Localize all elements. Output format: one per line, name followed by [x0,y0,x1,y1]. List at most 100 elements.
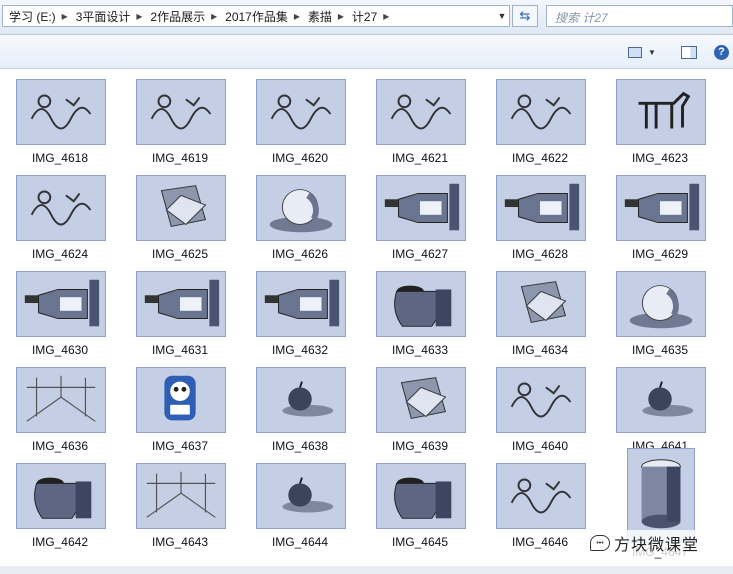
file-item[interactable]: IMG_4629 [608,175,712,271]
file-item[interactable]: IMG_4635 [608,271,712,367]
file-name[interactable]: IMG_4646 [488,535,592,549]
image-thumbnail[interactable] [627,448,695,543]
file-item[interactable]: IMG_4627 [368,175,472,271]
refresh-button[interactable]: ⇆ [512,5,538,27]
file-item[interactable]: IMG_4637 [128,367,232,463]
image-thumbnail[interactable] [136,463,226,529]
image-thumbnail[interactable] [16,463,106,529]
file-name[interactable]: IMG_4642 [8,535,112,549]
file-name[interactable]: IMG_4638 [248,439,352,453]
file-name[interactable]: IMG_4621 [368,151,472,165]
file-name[interactable]: IMG_4629 [608,247,712,261]
horizontal-scrollbar[interactable] [0,566,733,574]
image-thumbnail[interactable] [136,271,226,337]
file-item[interactable]: IMG_4636 [8,367,112,463]
image-thumbnail[interactable] [616,175,706,241]
help-button[interactable]: ? [714,44,729,60]
file-item[interactable]: IMG_4626 [248,175,352,271]
file-name[interactable]: IMG_4630 [8,343,112,357]
file-item[interactable]: IMG_4638 [248,367,352,463]
image-thumbnail[interactable] [256,79,346,145]
image-thumbnail[interactable] [16,367,106,433]
file-name[interactable]: IMG_4618 [8,151,112,165]
image-thumbnail[interactable] [616,367,706,433]
file-item[interactable]: IMG_4642 [8,463,112,559]
file-name[interactable]: IMG_4620 [248,151,352,165]
file-name[interactable]: IMG_4622 [488,151,592,165]
file-name[interactable]: IMG_4636 [8,439,112,453]
file-item[interactable]: IMG_4640 [488,367,592,463]
image-thumbnail[interactable] [496,79,586,145]
file-item[interactable]: IMG_4619 [128,79,232,175]
file-item[interactable]: IMG_4644 [248,463,352,559]
image-thumbnail[interactable] [496,367,586,433]
file-name[interactable]: IMG_4637 [128,439,232,453]
file-item[interactable]: IMG_4620 [248,79,352,175]
file-item[interactable]: IMG_4634 [488,271,592,367]
breadcrumb-item[interactable]: 3平面设计 [70,8,135,25]
chevron-right-icon[interactable]: ▸ [292,9,302,23]
file-name[interactable]: IMG_4633 [368,343,472,357]
file-item[interactable]: IMG_4632 [248,271,352,367]
file-name[interactable]: IMG_4640 [488,439,592,453]
image-thumbnail[interactable] [376,175,466,241]
image-thumbnail[interactable] [136,367,226,433]
preview-pane-button[interactable] [681,44,697,60]
file-name[interactable]: IMG_4643 [128,535,232,549]
file-item[interactable]: IMG_4646 [488,463,592,559]
image-thumbnail[interactable] [496,175,586,241]
image-thumbnail[interactable] [256,463,346,529]
file-name[interactable]: IMG_4626 [248,247,352,261]
file-name[interactable]: IMG_4634 [488,343,592,357]
file-item[interactable]: IMG_4631 [128,271,232,367]
file-item[interactable]: IMG_4630 [8,271,112,367]
image-thumbnail[interactable] [376,79,466,145]
file-name[interactable]: IMG_4628 [488,247,592,261]
file-item[interactable]: IMG_4645 [368,463,472,559]
file-name[interactable]: IMG_4639 [368,439,472,453]
file-name[interactable]: IMG_4625 [128,247,232,261]
file-item[interactable]: IMG_4623 [608,79,712,175]
image-thumbnail[interactable] [16,175,106,241]
image-thumbnail[interactable] [136,79,226,145]
file-item[interactable]: IMG_4639 [368,367,472,463]
file-name[interactable]: IMG_4627 [368,247,472,261]
file-name[interactable]: IMG_4619 [128,151,232,165]
search-input[interactable]: 搜索 计27 [546,5,733,27]
chevron-right-icon[interactable]: ▸ [60,9,70,23]
history-dropdown-icon[interactable]: ▼ [495,11,509,21]
breadcrumb[interactable]: 学习 (E:) ▸ 3平面设计 ▸ 2作品展示 ▸ 2017作品集 ▸ 素描 ▸ 计27 ▸ ▼ [2,5,510,27]
image-thumbnail[interactable] [616,271,706,337]
breadcrumb-item[interactable]: 计27 [346,8,381,25]
file-item[interactable]: IMG_4622 [488,79,592,175]
image-thumbnail[interactable] [136,175,226,241]
file-name[interactable]: IMG_4644 [248,535,352,549]
file-item[interactable]: IMG_4625 [128,175,232,271]
breadcrumb-item[interactable]: 素描 [302,8,336,25]
file-name[interactable]: IMG_4632 [248,343,352,357]
image-thumbnail[interactable] [376,463,466,529]
file-item[interactable]: IMG_4618 [8,79,112,175]
image-thumbnail[interactable] [16,79,106,145]
image-thumbnail[interactable] [256,175,346,241]
breadcrumb-item[interactable]: 2017作品集 [219,8,292,25]
breadcrumb-item[interactable]: 学习 (E:) [3,8,60,25]
breadcrumb-item[interactable]: 2作品展示 [144,8,209,25]
file-item[interactable]: IMG_4628 [488,175,592,271]
image-thumbnail[interactable] [256,367,346,433]
chevron-right-icon[interactable]: ▸ [381,9,391,23]
image-thumbnail[interactable] [376,271,466,337]
chevron-right-icon[interactable]: ▸ [209,9,219,23]
image-thumbnail[interactable] [16,271,106,337]
file-name[interactable]: IMG_4635 [608,343,712,357]
file-name[interactable]: IMG_4645 [368,535,472,549]
image-thumbnail[interactable] [256,271,346,337]
image-thumbnail[interactable] [496,271,586,337]
file-item[interactable]: IMG_4624 [8,175,112,271]
views-button[interactable]: ▼ [628,44,656,60]
file-name[interactable]: IMG_4623 [608,151,712,165]
file-item[interactable]: IMG_4621 [368,79,472,175]
file-name[interactable]: IMG_4631 [128,343,232,357]
chevron-right-icon[interactable]: ▸ [336,9,346,23]
image-thumbnail[interactable] [376,367,466,433]
